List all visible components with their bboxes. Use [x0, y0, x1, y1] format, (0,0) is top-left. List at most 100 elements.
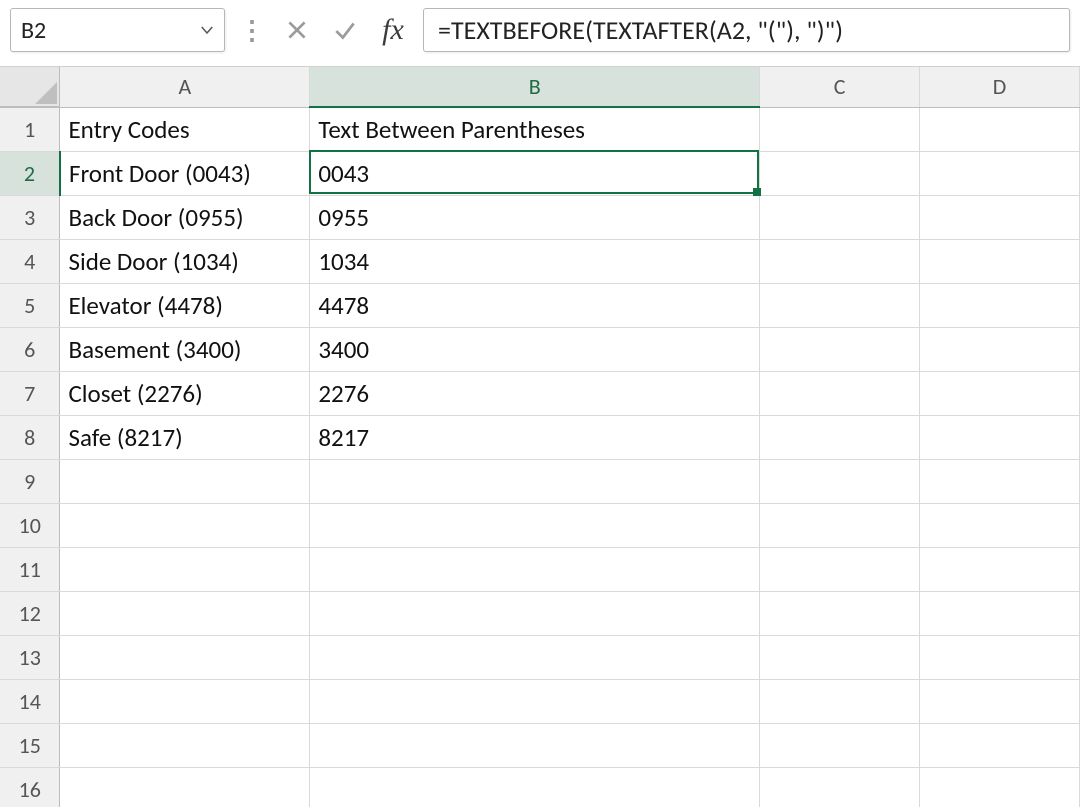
name-box[interactable]: B2 [10, 8, 225, 52]
cell-C10[interactable] [760, 503, 920, 547]
cell-B6[interactable]: 3400 [310, 327, 760, 371]
cell-C1[interactable] [760, 107, 920, 151]
row-header-9[interactable]: 9 [0, 459, 60, 503]
cell-D5[interactable] [920, 283, 1080, 327]
cell-B12[interactable] [310, 591, 760, 635]
cell-B1[interactable]: Text Between Parentheses [310, 107, 760, 151]
cell-B4[interactable]: 1034 [310, 239, 760, 283]
cell-C15[interactable] [760, 723, 920, 767]
cell-B9[interactable] [310, 459, 760, 503]
column-header-C[interactable]: C [760, 67, 920, 107]
row-header-12[interactable]: 12 [0, 591, 60, 635]
cell-D6[interactable] [920, 327, 1080, 371]
row-header-13[interactable]: 13 [0, 635, 60, 679]
cell-C4[interactable] [760, 239, 920, 283]
cell-D9[interactable] [920, 459, 1080, 503]
accept-formula-button[interactable] [327, 12, 363, 48]
cell-D13[interactable] [920, 635, 1080, 679]
row-header-7[interactable]: 7 [0, 371, 60, 415]
row-header-3[interactable]: 3 [0, 195, 60, 239]
cell-D16[interactable] [920, 767, 1080, 807]
cell-A6[interactable]: Basement (3400) [60, 327, 310, 371]
cell-B14[interactable] [310, 679, 760, 723]
check-icon [332, 17, 358, 43]
cell-B8[interactable]: 8217 [310, 415, 760, 459]
cell-B5[interactable]: 4478 [310, 283, 760, 327]
column-header-A[interactable]: A [60, 67, 310, 107]
row-header-15[interactable]: 15 [0, 723, 60, 767]
row-header-14[interactable]: 14 [0, 679, 60, 723]
table-row: 14 [0, 679, 1080, 723]
cell-A11[interactable] [60, 547, 310, 591]
cell-D7[interactable] [920, 371, 1080, 415]
cell-A2[interactable]: Front Door (0043) [60, 151, 310, 195]
cell-A5[interactable]: Elevator (4478) [60, 283, 310, 327]
cell-B7[interactable]: 2276 [310, 371, 760, 415]
cell-D2[interactable] [920, 151, 1080, 195]
cell-D12[interactable] [920, 591, 1080, 635]
row-header-11[interactable]: 11 [0, 547, 60, 591]
column-header-B[interactable]: B [310, 67, 760, 107]
cell-B10[interactable] [310, 503, 760, 547]
cell-C7[interactable] [760, 371, 920, 415]
table-row: 11 [0, 547, 1080, 591]
column-header-D[interactable]: D [920, 67, 1080, 107]
row-header-4[interactable]: 4 [0, 239, 60, 283]
cell-A15[interactable] [60, 723, 310, 767]
cell-C8[interactable] [760, 415, 920, 459]
cell-C5[interactable] [760, 283, 920, 327]
cell-C16[interactable] [760, 767, 920, 807]
cell-D10[interactable] [920, 503, 1080, 547]
cell-B15[interactable] [310, 723, 760, 767]
cell-B3[interactable]: 0955 [310, 195, 760, 239]
cell-B16[interactable] [310, 767, 760, 807]
cell-D1[interactable] [920, 107, 1080, 151]
cell-A16[interactable] [60, 767, 310, 807]
table-row: 12 [0, 591, 1080, 635]
cell-A7[interactable]: Closet (2276) [60, 371, 310, 415]
row-header-6[interactable]: 6 [0, 327, 60, 371]
table-row: 4Side Door (1034)1034 [0, 239, 1080, 283]
cell-B11[interactable] [310, 547, 760, 591]
name-box-dropdown[interactable] [190, 9, 224, 51]
cell-A10[interactable] [60, 503, 310, 547]
cell-A3[interactable]: Back Door (0955) [60, 195, 310, 239]
cell-D8[interactable] [920, 415, 1080, 459]
cell-B2[interactable]: 0043 [310, 151, 760, 195]
row-header-16[interactable]: 16 [0, 767, 60, 807]
cell-A13[interactable] [60, 635, 310, 679]
cell-C3[interactable] [760, 195, 920, 239]
cell-C9[interactable] [760, 459, 920, 503]
cell-D3[interactable] [920, 195, 1080, 239]
cell-A1[interactable]: Entry Codes [60, 107, 310, 151]
cell-D14[interactable] [920, 679, 1080, 723]
x-icon [284, 17, 310, 43]
cell-C6[interactable] [760, 327, 920, 371]
name-box-value[interactable]: B2 [11, 16, 190, 45]
select-all-corner[interactable] [0, 67, 60, 107]
row-header-10[interactable]: 10 [0, 503, 60, 547]
row-header-8[interactable]: 8 [0, 415, 60, 459]
cell-A4[interactable]: Side Door (1034) [60, 239, 310, 283]
cell-C2[interactable] [760, 151, 920, 195]
insert-function-button[interactable]: fx [375, 12, 411, 48]
cell-A14[interactable] [60, 679, 310, 723]
cell-A8[interactable]: Safe (8217) [60, 415, 310, 459]
row-header-2[interactable]: 2 [0, 151, 60, 195]
formula-input[interactable]: =TEXTBEFORE(TEXTAFTER(A2, "("), ")") [423, 8, 1070, 52]
cancel-formula-button[interactable] [279, 12, 315, 48]
table-row: 2Front Door (0043)0043 [0, 151, 1080, 195]
cell-C13[interactable] [760, 635, 920, 679]
cell-C14[interactable] [760, 679, 920, 723]
cell-A12[interactable] [60, 591, 310, 635]
row-header-5[interactable]: 5 [0, 283, 60, 327]
row-header-1[interactable]: 1 [0, 107, 60, 151]
cell-C11[interactable] [760, 547, 920, 591]
cell-D4[interactable] [920, 239, 1080, 283]
cell-C12[interactable] [760, 591, 920, 635]
cell-A9[interactable] [60, 459, 310, 503]
cell-D11[interactable] [920, 547, 1080, 591]
cell-D15[interactable] [920, 723, 1080, 767]
cell-B13[interactable] [310, 635, 760, 679]
table-row: 8Safe (8217)8217 [0, 415, 1080, 459]
